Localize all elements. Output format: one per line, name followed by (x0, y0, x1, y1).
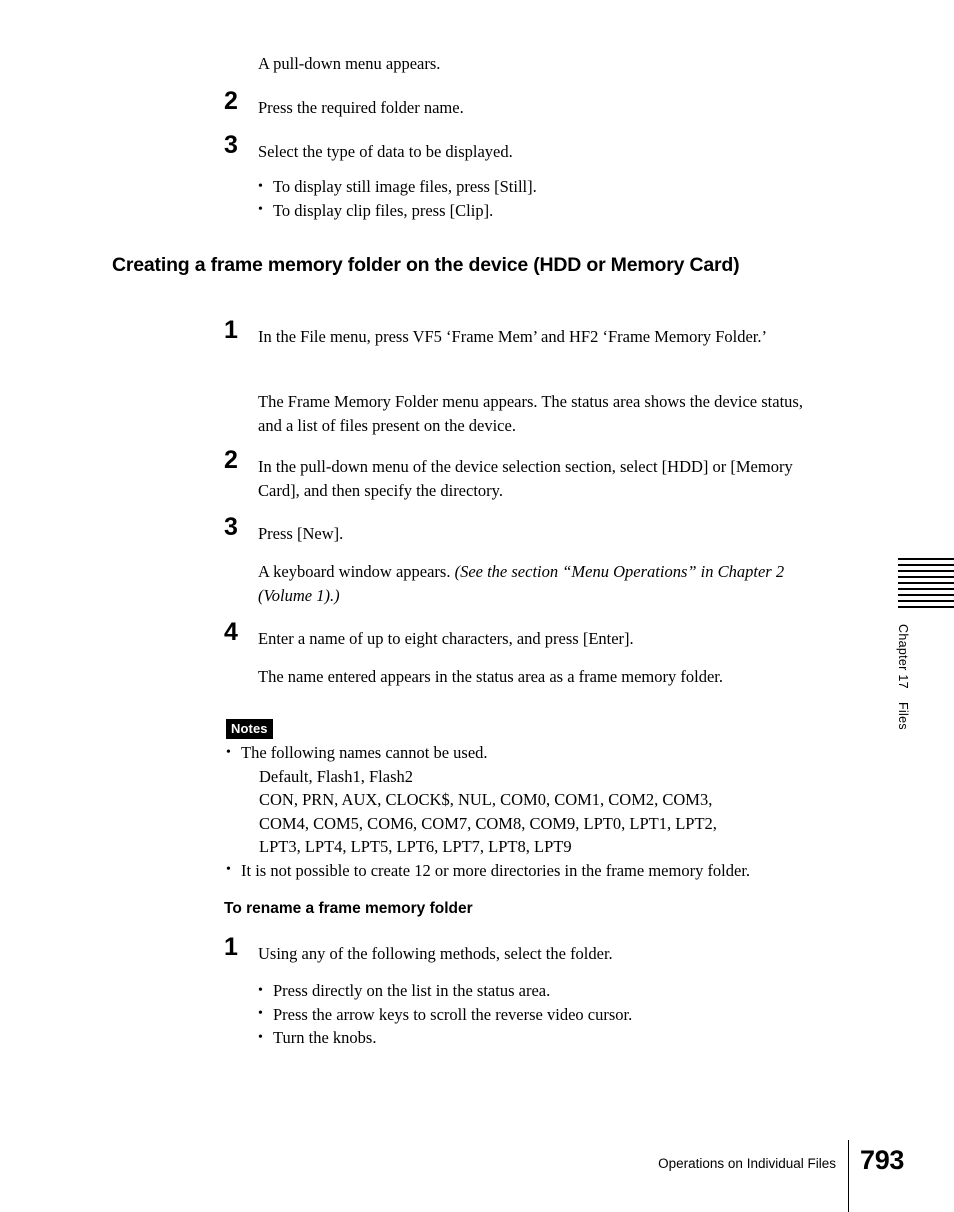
step-text: Enter a name of up to eight characters, … (258, 629, 634, 648)
note-sub-line: Default, Flash1, Flash2 (259, 766, 413, 786)
margin-stripe (898, 558, 954, 560)
step-text: Select the type of data to be displayed. (258, 142, 513, 161)
footer-section-label: Operations on Individual Files (658, 1156, 836, 1171)
chapter-tab: Chapter 17 Files (893, 624, 915, 754)
step-text: Using any of the following methods, sele… (258, 944, 613, 963)
document-page: A pull-down menu appears. 2 Press the re… (0, 0, 954, 1212)
step-result-text: A keyboard window appears. (See the sect… (258, 560, 818, 607)
notes-badge: Notes (226, 719, 273, 739)
step-text: Press [New]. (258, 524, 344, 543)
notes-list: The following names cannot be used. Defa… (226, 741, 866, 882)
intro-paragraph: A pull-down menu appears. (258, 54, 441, 73)
margin-stripe (898, 564, 954, 566)
rename-methods-list: Press directly on the list in the status… (258, 979, 818, 1050)
step-text: In the File menu, press VF5 ‘Frame Mem’ … (258, 327, 767, 346)
step-text: Press the required folder name. (258, 98, 464, 117)
list-item: It is not possible to create 12 or more … (226, 858, 866, 883)
step-result-text: The Frame Memory Folder menu appears. Th… (258, 392, 803, 435)
list-item: Press directly on the list in the status… (258, 979, 818, 1003)
result-plain-part: A keyboard window appears. (258, 562, 455, 581)
step-text: In the pull-down menu of the device sele… (258, 457, 793, 500)
section-heading: Creating a frame memory folder on the de… (112, 254, 740, 276)
margin-stripe (898, 606, 954, 608)
page-number: 793 (860, 1145, 905, 1175)
chapter-label: Chapter 17 (896, 624, 910, 689)
list-item: Turn the knobs. (258, 1026, 818, 1050)
display-type-bullet-list: To display still image files, press [Sti… (258, 175, 818, 222)
list-item: The following names cannot be used. Defa… (226, 741, 866, 859)
margin-stripe-marker (898, 558, 954, 612)
list-item: To display clip files, press [Clip]. (258, 198, 818, 223)
step-number: 2 (224, 446, 238, 474)
step-number: 3 (224, 513, 238, 541)
margin-stripe (898, 594, 954, 596)
step-number: 1 (224, 316, 238, 344)
step-result-text: The name entered appears in the status a… (258, 667, 723, 686)
margin-stripe (898, 588, 954, 590)
chapter-topic-label: Files (896, 702, 910, 730)
step-number: 3 (224, 131, 238, 159)
list-item: Press the arrow keys to scroll the rever… (258, 1002, 818, 1027)
margin-stripe (898, 582, 954, 584)
step-number: 1 (224, 933, 238, 961)
note-text: The following names cannot be used. (241, 743, 488, 762)
note-sub-line: CON, PRN, AUX, CLOCK$, NUL, COM0, COM1, … (259, 790, 713, 809)
note-sub-line: LPT3, LPT4, LPT5, LPT6, LPT7, LPT8, LPT9 (259, 837, 572, 856)
note-sub-line: COM4, COM5, COM6, COM7, COM8, COM9, LPT0… (259, 813, 717, 833)
footer-divider (848, 1140, 850, 1212)
margin-stripe (898, 576, 954, 578)
margin-stripe (898, 570, 954, 572)
step-number: 4 (224, 618, 238, 646)
sub-heading-rename: To rename a frame memory folder (224, 900, 473, 917)
list-item: To display still image files, press [Sti… (258, 175, 818, 199)
step-number: 2 (224, 87, 238, 115)
margin-stripe (898, 600, 954, 602)
